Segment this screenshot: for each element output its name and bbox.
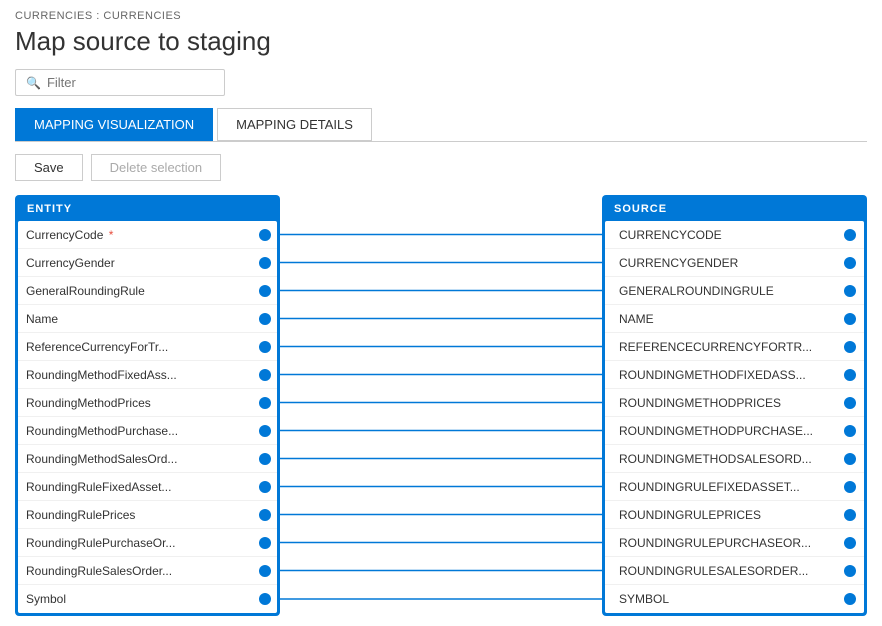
page-title: Map source to staging: [15, 26, 867, 57]
entity-dot: [259, 425, 271, 437]
source-row[interactable]: CURRENCYGENDER: [605, 249, 864, 277]
filter-box[interactable]: 🔍: [15, 69, 225, 96]
entity-row[interactable]: RoundingMethodSalesOrd...: [18, 445, 277, 473]
source-dot: [844, 565, 856, 577]
source-row[interactable]: ROUNDINGRULESALESORDER...: [605, 557, 864, 585]
entity-dot: [259, 453, 271, 465]
tab-mapping-details[interactable]: MAPPING DETAILS: [217, 108, 372, 141]
entity-dot: [259, 341, 271, 353]
source-panel-rows: CURRENCYCODECURRENCYGENDERGENERALROUNDIN…: [605, 221, 864, 613]
entity-dot: [259, 313, 271, 325]
connector-lines: [280, 195, 602, 615]
source-row[interactable]: CURRENCYCODE: [605, 221, 864, 249]
save-button[interactable]: Save: [15, 154, 83, 181]
filter-input[interactable]: [47, 75, 214, 90]
source-panel: SOURCE CURRENCYCODECURRENCYGENDERGENERAL…: [602, 195, 867, 616]
entity-dot: [259, 397, 271, 409]
entity-dot: [259, 593, 271, 605]
source-dot: [844, 369, 856, 381]
entity-row[interactable]: RoundingRuleFixedAsset...: [18, 473, 277, 501]
source-dot: [844, 229, 856, 241]
source-row[interactable]: ROUNDINGRULEPURCHASEOR...: [605, 529, 864, 557]
entity-row[interactable]: RoundingMethodFixedAss...: [18, 361, 277, 389]
entity-dot: [259, 257, 271, 269]
source-dot: [844, 453, 856, 465]
source-dot: [844, 313, 856, 325]
search-icon: 🔍: [26, 76, 41, 90]
tab-mapping-visualization[interactable]: MAPPING VISUALIZATION: [15, 108, 213, 141]
source-dot: [844, 285, 856, 297]
source-row[interactable]: NAME: [605, 305, 864, 333]
source-dot: [844, 593, 856, 605]
source-row[interactable]: REFERENCECURRENCYFORTR...: [605, 333, 864, 361]
entity-row[interactable]: ReferenceCurrencyForTr...: [18, 333, 277, 361]
entity-row[interactable]: GeneralRoundingRule: [18, 277, 277, 305]
entity-panel: ENTITY CurrencyCode *CurrencyGenderGener…: [15, 195, 280, 616]
entity-dot: [259, 565, 271, 577]
source-row[interactable]: ROUNDINGRULEPRICES: [605, 501, 864, 529]
source-row[interactable]: ROUNDINGMETHODPURCHASE...: [605, 417, 864, 445]
entity-panel-header: ENTITY: [15, 195, 280, 221]
entity-row[interactable]: RoundingMethodPrices: [18, 389, 277, 417]
toolbar: Save Delete selection: [15, 154, 867, 181]
source-dot: [844, 341, 856, 353]
source-dot: [844, 481, 856, 493]
source-row[interactable]: ROUNDINGMETHODSALESORD...: [605, 445, 864, 473]
entity-row[interactable]: Name: [18, 305, 277, 333]
source-row[interactable]: ROUNDINGRULEFIXEDASSET...: [605, 473, 864, 501]
entity-row[interactable]: RoundingRulePurchaseOr...: [18, 529, 277, 557]
source-panel-header: SOURCE: [602, 195, 867, 221]
source-dot: [844, 397, 856, 409]
tab-bar: MAPPING VISUALIZATION MAPPING DETAILS: [15, 108, 867, 142]
entity-row[interactable]: RoundingRuleSalesOrder...: [18, 557, 277, 585]
entity-row[interactable]: CurrencyCode *: [18, 221, 277, 249]
entity-row[interactable]: RoundingMethodPurchase...: [18, 417, 277, 445]
source-row[interactable]: GENERALROUNDINGRULE: [605, 277, 864, 305]
entity-dot: [259, 509, 271, 521]
source-row[interactable]: ROUNDINGMETHODPRICES: [605, 389, 864, 417]
delete-selection-button[interactable]: Delete selection: [91, 154, 222, 181]
source-dot: [844, 425, 856, 437]
mapping-area: ENTITY CurrencyCode *CurrencyGenderGener…: [15, 195, 867, 616]
source-row[interactable]: ROUNDINGMETHODFIXEDASS...: [605, 361, 864, 389]
entity-dot: [259, 481, 271, 493]
entity-dot: [259, 285, 271, 297]
entity-row[interactable]: CurrencyGender: [18, 249, 277, 277]
entity-dot: [259, 537, 271, 549]
entity-dot: [259, 229, 271, 241]
source-dot: [844, 509, 856, 521]
source-dot: [844, 537, 856, 549]
entity-panel-rows: CurrencyCode *CurrencyGenderGeneralRound…: [18, 221, 277, 613]
breadcrumb: CURRENCIES : CURRENCIES: [15, 10, 867, 22]
entity-row[interactable]: Symbol: [18, 585, 277, 613]
entity-row[interactable]: RoundingRulePrices: [18, 501, 277, 529]
source-dot: [844, 257, 856, 269]
source-row[interactable]: SYMBOL: [605, 585, 864, 613]
entity-dot: [259, 369, 271, 381]
